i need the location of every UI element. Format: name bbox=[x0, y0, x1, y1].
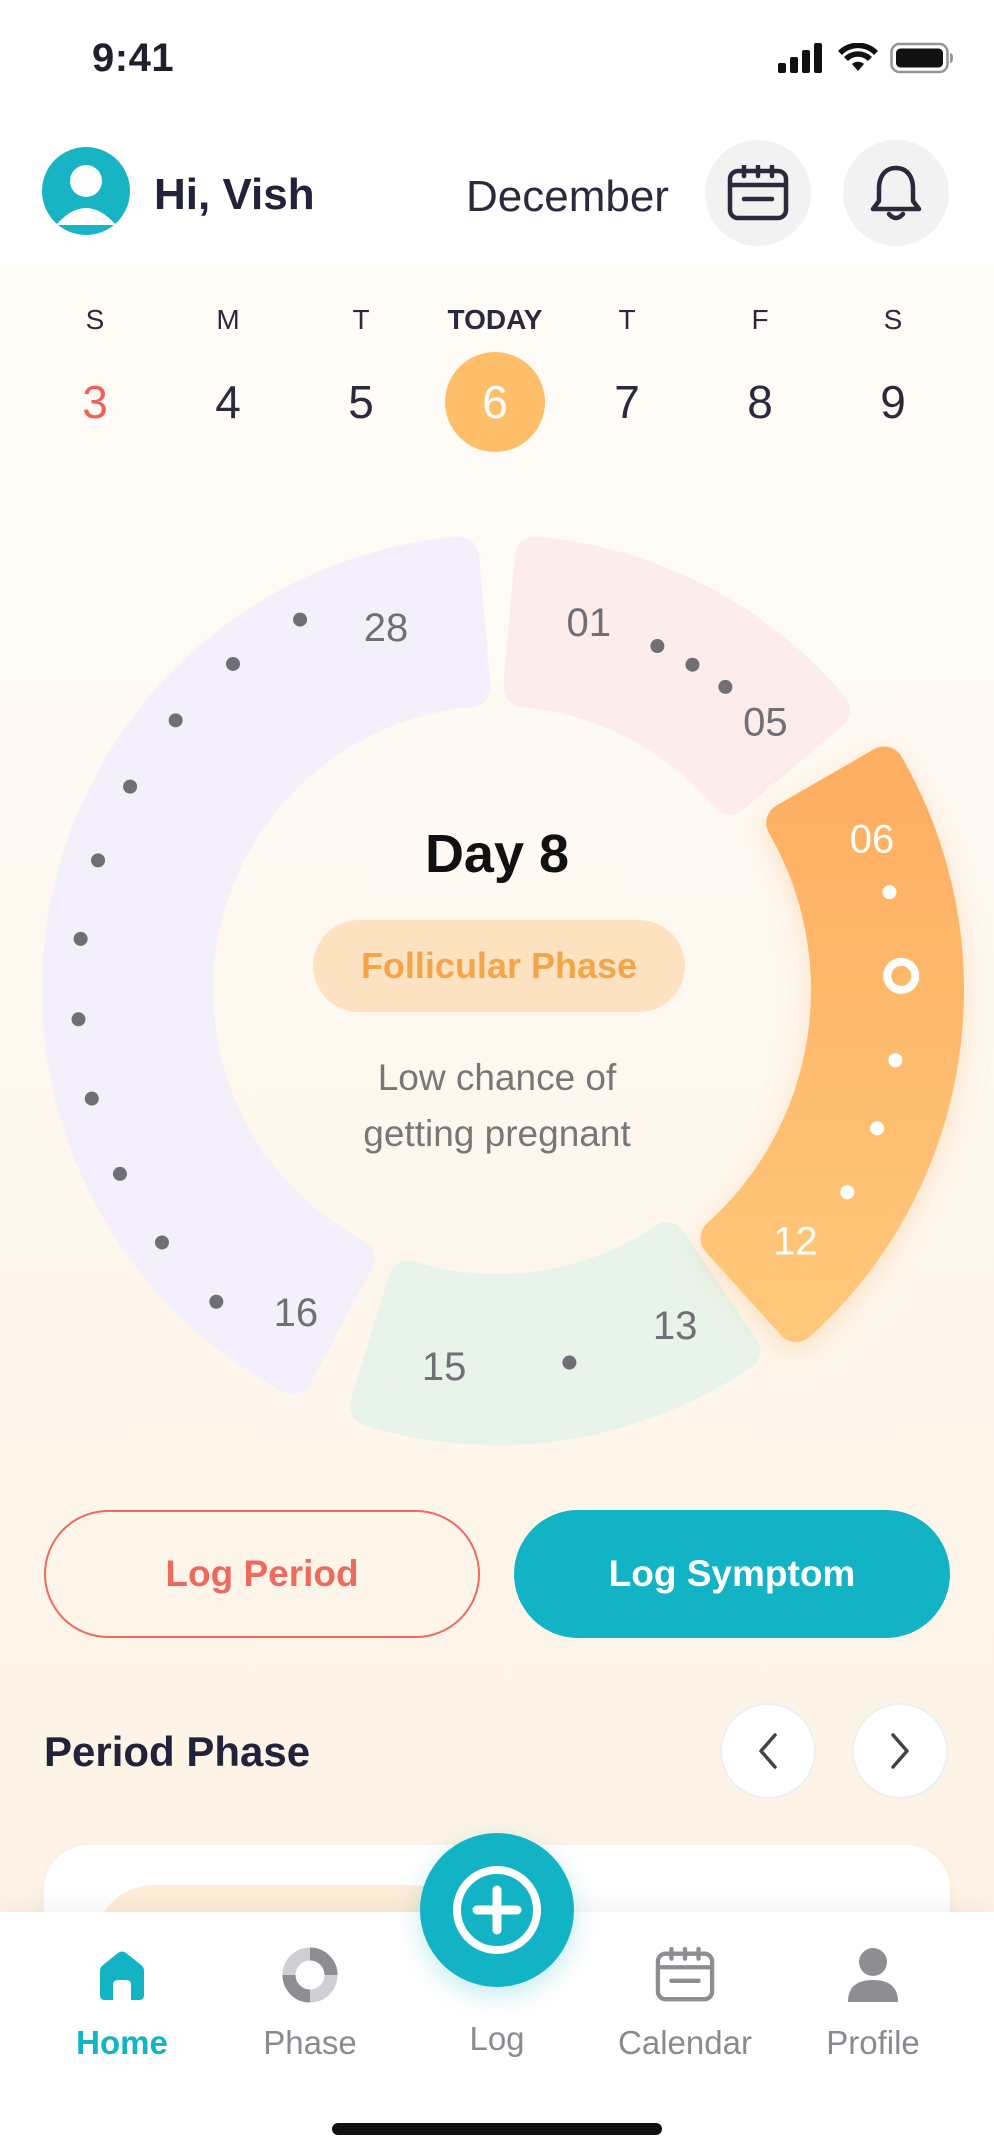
luteal-day-dot bbox=[71, 1012, 86, 1027]
pregnancy-chance: Low chance of getting pregnant bbox=[0, 1050, 994, 1162]
section-title: Period Phase bbox=[44, 1728, 311, 1775]
day-date: 5 bbox=[348, 376, 374, 428]
day-date: 6 bbox=[445, 352, 545, 452]
luteal-day-dot bbox=[226, 656, 241, 671]
ovulation-day-dot bbox=[562, 1355, 577, 1370]
day-name: T bbox=[352, 304, 370, 335]
greeting: Hi, Vish bbox=[154, 170, 315, 219]
day-name: TODAY bbox=[447, 304, 543, 335]
chevron-right-icon bbox=[891, 1733, 909, 1769]
day-saturday[interactable]: S 9 bbox=[823, 300, 963, 452]
day-name: M bbox=[216, 304, 240, 335]
day-monday[interactable]: M 4 bbox=[158, 300, 298, 452]
luteal-day-dot bbox=[112, 1166, 127, 1181]
bell-icon bbox=[870, 165, 922, 221]
tab-calendar[interactable]: Calendar bbox=[595, 1940, 775, 2062]
ovulation-end-label: 15 bbox=[422, 1345, 467, 1389]
follicular-day-dot bbox=[882, 885, 897, 900]
day-date: 3 bbox=[82, 376, 108, 428]
tab-label: Calendar bbox=[618, 2024, 752, 2061]
user-avatar-icon bbox=[56, 165, 116, 225]
home-indicator bbox=[332, 2123, 662, 2135]
plus-circle-icon bbox=[453, 1866, 541, 1954]
luteal-day-dot bbox=[123, 779, 138, 794]
follicular-end-label: 12 bbox=[773, 1219, 818, 1263]
log-symptom-button[interactable]: Log Symptom bbox=[514, 1510, 950, 1638]
phase-badge: Follicular Phase bbox=[313, 920, 685, 1012]
log-fab-button[interactable] bbox=[420, 1833, 574, 1987]
tab-label: Phase bbox=[263, 2024, 357, 2061]
notifications-button[interactable] bbox=[843, 140, 949, 246]
day-date: 9 bbox=[880, 376, 906, 428]
period-day-dot bbox=[650, 639, 665, 654]
status-time: 9:41 bbox=[92, 36, 175, 80]
luteal-day-dot bbox=[293, 612, 308, 627]
luteal-start-label: 16 bbox=[274, 1291, 319, 1335]
luteal-end-label: 28 bbox=[364, 606, 409, 650]
avatar[interactable] bbox=[42, 147, 130, 235]
ovulation-start-label: 13 bbox=[653, 1304, 698, 1348]
tab-profile[interactable]: Profile bbox=[783, 1940, 963, 2062]
tab-label: Home bbox=[76, 2024, 168, 2061]
log-period-button[interactable]: Log Period bbox=[44, 1510, 480, 1638]
day-friday[interactable]: F 8 bbox=[690, 300, 830, 452]
follicular-day-dot bbox=[840, 1185, 855, 1200]
day-date: 4 bbox=[215, 376, 241, 428]
day-name: T bbox=[618, 304, 636, 335]
battery-icon bbox=[890, 42, 953, 74]
period-segment[interactable] bbox=[503, 536, 851, 815]
day-date: 7 bbox=[614, 376, 640, 428]
tab-home[interactable]: Home bbox=[32, 1940, 212, 2062]
luteal-day-dot bbox=[168, 713, 183, 728]
day-thursday[interactable]: T 7 bbox=[557, 300, 697, 452]
period-day-dot bbox=[718, 679, 733, 694]
next-button[interactable] bbox=[852, 1703, 948, 1799]
period-start-label: 01 bbox=[567, 601, 612, 645]
phase-icon bbox=[282, 1947, 338, 2003]
tab-log-label[interactable]: Log bbox=[400, 2020, 594, 2058]
calendar-tab-icon bbox=[655, 1947, 715, 2002]
day-today[interactable]: TODAY 6 bbox=[425, 300, 565, 452]
signal-icon bbox=[778, 43, 822, 73]
day-name: S bbox=[85, 304, 105, 335]
tab-phase[interactable]: Phase bbox=[220, 1940, 400, 2062]
home-icon bbox=[100, 1951, 144, 2000]
chance-line-2: getting pregnant bbox=[363, 1113, 631, 1154]
luteal-day-dot bbox=[73, 931, 88, 946]
luteal-day-dot bbox=[209, 1294, 224, 1309]
period-day-dot bbox=[685, 657, 700, 672]
day-name: S bbox=[883, 304, 903, 335]
day-tuesday[interactable]: T 5 bbox=[291, 300, 431, 452]
day-sunday[interactable]: S 3 bbox=[25, 300, 165, 452]
calendar-button[interactable] bbox=[705, 140, 811, 246]
period-end-label: 05 bbox=[743, 701, 788, 745]
week-strip: S 3 M 4 T 5 TODAY 6 T 7 F 8 S 9 bbox=[25, 300, 969, 470]
day-date: 8 bbox=[747, 376, 773, 428]
luteal-day-dot bbox=[154, 1235, 169, 1250]
cycle-day-label: Day 8 bbox=[424, 824, 570, 884]
chance-line-1: Low chance of bbox=[377, 1057, 617, 1098]
chevron-left-icon bbox=[759, 1733, 777, 1769]
calendar-icon bbox=[727, 165, 789, 221]
day-name: F bbox=[751, 304, 769, 335]
previous-button[interactable] bbox=[720, 1703, 816, 1799]
status-icons bbox=[778, 42, 954, 74]
tab-label: Profile bbox=[826, 2024, 920, 2061]
profile-icon bbox=[848, 1948, 898, 2002]
wifi-icon bbox=[838, 43, 878, 71]
month-label[interactable]: December bbox=[466, 172, 669, 222]
